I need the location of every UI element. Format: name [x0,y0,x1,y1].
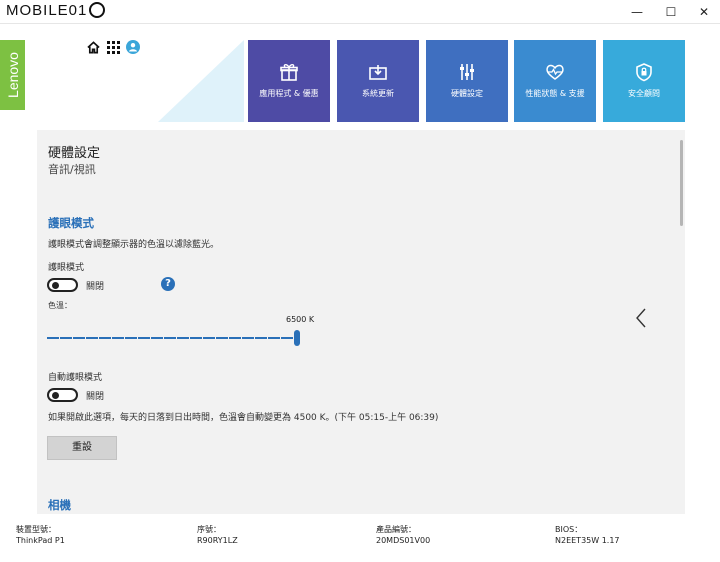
page-title: 硬體設定 [48,146,101,161]
color-temp-value: 6500 K [286,315,315,324]
color-temp-label: 色溫： [48,301,72,310]
minimize-button[interactable]: — [628,3,646,21]
heart-pulse-icon [546,64,564,80]
logo-text: MOBILE01 [6,2,88,19]
auto-eye-mode-toggle[interactable] [47,388,78,402]
panel-scrollbar[interactable] [680,140,683,226]
brand-name: Lenovo [4,52,21,98]
toggle-knob [52,392,59,399]
maximize-button[interactable]: ☐ [662,3,680,21]
home-icon[interactable] [86,40,100,54]
camera-section-title: 相機 [48,498,71,512]
eye-mode-section-title: 護眼模式 [48,216,94,230]
help-icon[interactable]: ? [161,277,175,291]
update-icon [369,65,387,80]
tile-label: 性能狀態 & 支援 [525,89,585,98]
eye-mode-toggle-state: 關閉 [86,282,105,292]
apps-grid-icon[interactable] [106,40,120,54]
tile-label: 硬體設定 [451,89,483,98]
footer-model-value: ThinkPad P1 [16,536,65,545]
eye-mode-description: 護眼模式會調整顯示器的色溫以濾除藍光。 [48,240,220,250]
toggle-knob [52,282,59,289]
close-button[interactable]: ✕ [695,3,713,21]
footer-product-label: 產品編號： [376,525,416,534]
sliders-icon [460,64,474,80]
tile-apps-offers[interactable]: 應用程式 & 優惠 [248,40,330,122]
footer-serial-label: 序號： [197,525,221,534]
footer-serial-value: R90RY1LZ [197,536,238,545]
chevron-left-icon[interactable] [634,307,648,329]
auto-eye-mode-description: 如果開啟此選項，每天的日落到日出時間，色溫會自動變更為 4500 K。(下午 0… [48,413,439,423]
tile-security-advisor[interactable]: 安全顧問 [603,40,685,122]
tile-hardware-settings[interactable]: 硬體設定 [426,40,508,122]
top-icon-bar [86,40,140,54]
shield-icon [636,63,652,82]
app-logo: MOBILE01 [6,2,106,19]
tile-label: 系統更新 [362,89,394,98]
auto-eye-mode-toggle-state: 關閉 [86,392,105,402]
color-temp-slider-track[interactable] [47,337,297,339]
tile-label: 安全顧問 [628,89,660,98]
content-panel: 硬體設定 音訊/視訊 護眼模式 護眼模式會調整顯示器的色溫以濾除藍光。 護眼模式… [37,130,685,514]
footer-bios-label: BIOS： [555,525,583,534]
tile-label: 應用程式 & 優惠 [259,89,319,98]
tile-health-support[interactable]: 性能狀態 & 支援 [514,40,596,122]
eye-mode-setting-label: 護眼模式 [48,263,85,273]
footer-product-value: 20MDS01V00 [376,536,431,545]
lenovo-logo: Lenovo [0,40,25,110]
footer-model-label: 裝置型號： [16,525,56,534]
auto-eye-mode-label: 自動護眼模式 [48,373,103,383]
title-bar: MOBILE01 — ☐ ✕ [0,0,720,24]
page-subtitle: 音訊/視訊 [48,163,96,176]
eye-mode-toggle[interactable] [47,278,78,292]
decorative-diagonal [158,40,244,122]
reset-button[interactable]: 重設 [47,436,117,460]
user-icon[interactable] [126,40,140,54]
logo-mark-icon [89,2,106,18]
footer-bios-value: N2EET35W 1.17 [555,536,620,545]
gift-icon [280,64,298,81]
color-temp-slider-thumb[interactable] [294,330,300,346]
tile-system-update[interactable]: 系統更新 [337,40,419,122]
